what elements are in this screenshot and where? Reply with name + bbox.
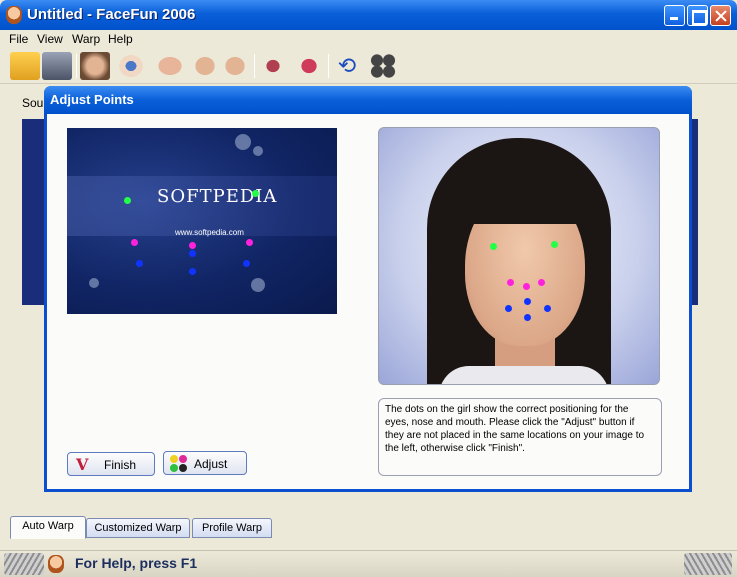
instructions-text: The dots on the girl show the correct po… [378,398,662,476]
close-button[interactable] [710,5,731,26]
right-eye-point[interactable] [252,190,259,197]
warp-mode-tabs: Auto Warp Customized Warp Profile Warp [8,516,737,539]
reference-mouth-bottom-point [524,314,531,321]
menu-help[interactable]: Help [108,32,133,46]
app-status-icon [48,555,64,573]
minimize-button[interactable] [664,5,685,26]
nose-right-point[interactable] [246,239,253,246]
lips-closed-icon[interactable] [258,52,288,80]
reference-mouth-right-point [544,305,551,312]
reference-left-eye-point [490,243,497,250]
finish-button[interactable]: V Finish [67,452,155,476]
adjust-button-label: Adjust [194,457,228,471]
toolbar: ⟲ [0,48,737,84]
bubble-decoration [89,278,99,288]
tab-auto-warp[interactable]: Auto Warp [10,516,86,539]
decorative-art [684,553,732,575]
source-logo-text: SOFTPEDIA [157,186,278,207]
mouth-left-point[interactable] [136,260,143,267]
menu-view[interactable]: View [37,32,63,46]
reference-nose-left-point [507,279,514,286]
toolbar-separator [76,54,77,78]
finish-button-label: Finish [104,458,137,472]
reference-mouth-top-point [524,298,531,305]
dialog-body: SOFTPEDIA www.softpedia.com The dots on … [47,114,689,489]
reference-nose-right-point [538,279,545,286]
mouth-top-point[interactable] [189,250,196,257]
adjust-points-dialog: Adjust Points SOFTPEDIA www.softpedia.co… [44,86,692,492]
title-bar: Untitled - FaceFun 2006 [0,0,737,30]
nose-left-point[interactable] [131,239,138,246]
mouth-bottom-point[interactable] [189,268,196,275]
dots-icon[interactable] [368,52,398,80]
tab-profile-warp[interactable]: Profile Warp [192,518,272,538]
status-bar: For Help, press F1 [0,550,737,577]
toolbar-separator [328,54,329,78]
window-title: Untitled - FaceFun 2006 [27,6,196,23]
adjust-button[interactable]: Adjust [163,451,247,475]
source-image[interactable]: SOFTPEDIA www.softpedia.com [67,128,337,314]
status-text: For Help, press F1 [75,555,198,571]
tab-customized-warp[interactable]: Customized Warp [86,518,190,538]
lips-open-icon[interactable] [294,52,324,80]
face-right-icon[interactable] [220,52,250,80]
mouth-right-point[interactable] [243,260,250,267]
save-disk-icon[interactable] [42,52,72,80]
reference-shirt [439,366,609,384]
face-icon[interactable] [80,52,110,80]
menu-file[interactable]: File [9,32,28,46]
checkmark-icon: V [76,455,89,474]
bubble-decoration [253,146,263,156]
face-left-icon[interactable] [190,52,220,80]
source-url-text: www.softpedia.com [175,228,244,237]
reference-nose-tip-point [523,283,530,290]
reference-right-eye-point [551,241,558,248]
menu-bar: File View Warp Help [0,30,737,48]
maximize-button[interactable] [687,5,708,26]
menu-warp[interactable]: Warp [72,32,100,46]
color-dots-icon [170,455,188,473]
bubble-decoration [235,134,251,150]
reference-face-image [378,127,660,385]
left-eye-point[interactable] [124,197,131,204]
rotate-icon[interactable]: ⟲ [332,52,362,80]
reference-mouth-left-point [505,305,512,312]
dialog-title: Adjust Points [50,92,134,107]
bubble-decoration [251,278,265,292]
dialog-title-bar[interactable]: Adjust Points [44,86,692,114]
decorative-art [4,553,44,575]
nose-tip-point[interactable] [189,242,196,249]
eye-icon[interactable] [116,52,146,80]
nose-icon[interactable] [152,52,182,80]
open-folder-icon[interactable] [10,52,40,80]
app-icon[interactable] [6,6,22,24]
toolbar-separator [254,54,255,78]
